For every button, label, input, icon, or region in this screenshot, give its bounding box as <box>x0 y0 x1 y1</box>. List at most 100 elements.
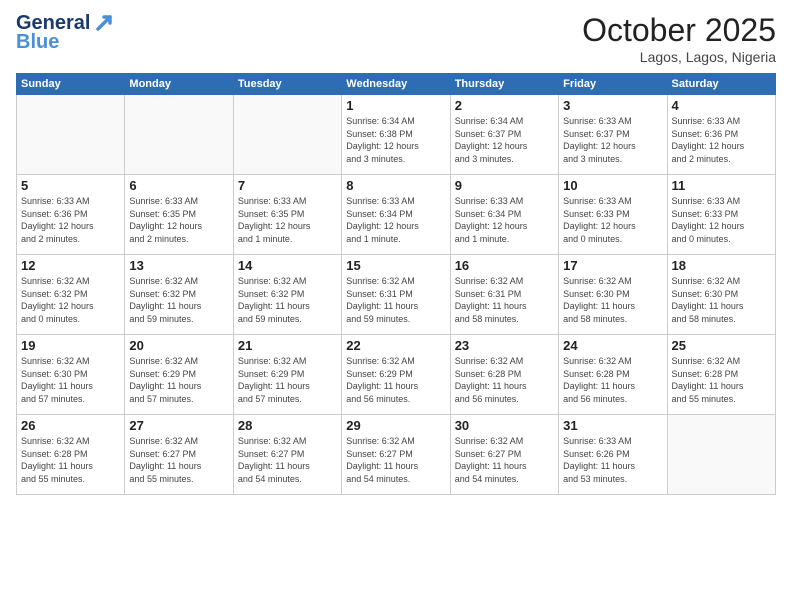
calendar-header-row: Sunday Monday Tuesday Wednesday Thursday… <box>17 74 776 95</box>
day-number: 26 <box>21 418 120 433</box>
day-number: 19 <box>21 338 120 353</box>
col-thursday: Thursday <box>450 74 558 95</box>
day-info: Sunrise: 6:32 AMSunset: 6:32 PMDaylight:… <box>238 275 337 325</box>
day-info: Sunrise: 6:32 AMSunset: 6:30 PMDaylight:… <box>672 275 771 325</box>
calendar-cell <box>667 415 775 495</box>
month-title: October 2025 <box>582 12 776 49</box>
day-number: 18 <box>672 258 771 273</box>
calendar-cell: 30 Sunrise: 6:32 AMSunset: 6:27 PMDayligh… <box>450 415 558 495</box>
calendar-cell: 28Sunrise: 6:32 AMSunset: 6:27 PMDayligh… <box>233 415 341 495</box>
day-number: 2 <box>455 98 554 113</box>
calendar-cell: 10Sunrise: 6:33 AMSunset: 6:33 PMDayligh… <box>559 175 667 255</box>
day-info: Sunrise: 6:33 AMSunset: 6:35 PMDaylight:… <box>129 195 228 245</box>
day-info: Sunrise: 6:32 AMSunset: 6:29 PMDaylight:… <box>129 355 228 405</box>
header: General Blue October 2025 Lagos, Lagos, … <box>16 12 776 65</box>
calendar-body: 1 Sunrise: 6:34 AMSunset: 6:38 PMDaylight… <box>17 95 776 495</box>
calendar-cell: 25 Sunrise: 6:32 AMSunset: 6:28 PMDayligh… <box>667 335 775 415</box>
day-info: Sunrise: 6:32 AMSunset: 6:29 PMDaylight:… <box>238 355 337 405</box>
calendar-cell: 9Sunrise: 6:33 AMSunset: 6:34 PMDaylight… <box>450 175 558 255</box>
calendar-cell <box>233 95 341 175</box>
calendar-week-3: 12 Sunrise: 6:32 AMSunset: 6:32 PMDayligh… <box>17 255 776 335</box>
location-subtitle: Lagos, Lagos, Nigeria <box>582 49 776 65</box>
day-number: 11 <box>672 178 771 193</box>
day-number: 3 <box>563 98 662 113</box>
calendar-cell: 2 Sunrise: 6:34 AMSunset: 6:37 PMDaylight… <box>450 95 558 175</box>
day-number: 10 <box>563 178 662 193</box>
day-info: Sunrise: 6:32 AMSunset: 6:27 PMDaylight:… <box>455 435 554 485</box>
calendar-cell: 27Sunrise: 6:32 AMSunset: 6:27 PMDayligh… <box>125 415 233 495</box>
title-block: October 2025 Lagos, Lagos, Nigeria <box>582 12 776 65</box>
calendar-cell: 13Sunrise: 6:32 AMSunset: 6:32 PMDayligh… <box>125 255 233 335</box>
day-number: 22 <box>346 338 445 353</box>
day-info: Sunrise: 6:33 AMSunset: 6:33 PMDaylight:… <box>672 195 771 245</box>
day-info: Sunrise: 6:33 AMSunset: 6:34 PMDaylight:… <box>346 195 445 245</box>
logo: General Blue <box>16 12 114 54</box>
calendar-cell: 1 Sunrise: 6:34 AMSunset: 6:38 PMDaylight… <box>342 95 450 175</box>
calendar-cell <box>125 95 233 175</box>
calendar-cell: 19 Sunrise: 6:32 AMSunset: 6:30 PMDayligh… <box>17 335 125 415</box>
day-info: Sunrise: 6:32 AMSunset: 6:27 PMDaylight:… <box>346 435 445 485</box>
calendar-cell: 15 Sunrise: 6:32 AMSunset: 6:31 PMDayligh… <box>342 255 450 335</box>
day-info: Sunrise: 6:32 AMSunset: 6:28 PMDaylight:… <box>672 355 771 405</box>
calendar-week-4: 19 Sunrise: 6:32 AMSunset: 6:30 PMDayligh… <box>17 335 776 415</box>
day-info: Sunrise: 6:32 AMSunset: 6:28 PMDaylight:… <box>455 355 554 405</box>
calendar-cell: 24Sunrise: 6:32 AMSunset: 6:28 PMDayligh… <box>559 335 667 415</box>
col-monday: Monday <box>125 74 233 95</box>
calendar-cell: 8 Sunrise: 6:33 AMSunset: 6:34 PMDaylight… <box>342 175 450 255</box>
col-tuesday: Tuesday <box>233 74 341 95</box>
logo-icon <box>92 11 114 33</box>
day-number: 1 <box>346 98 445 113</box>
day-info: Sunrise: 6:32 AMSunset: 6:29 PMDaylight:… <box>346 355 445 405</box>
day-number: 9 <box>455 178 554 193</box>
day-number: 24 <box>563 338 662 353</box>
calendar-cell: 16 Sunrise: 6:32 AMSunset: 6:31 PMDayligh… <box>450 255 558 335</box>
calendar-cell: 26Sunrise: 6:32 AMSunset: 6:28 PMDayligh… <box>17 415 125 495</box>
day-number: 17 <box>563 258 662 273</box>
calendar-cell: 4Sunrise: 6:33 AMSunset: 6:36 PMDaylight… <box>667 95 775 175</box>
day-number: 5 <box>21 178 120 193</box>
calendar-cell: 5 Sunrise: 6:33 AMSunset: 6:36 PMDaylight… <box>17 175 125 255</box>
day-info: Sunrise: 6:33 AMSunset: 6:36 PMDaylight:… <box>21 195 120 245</box>
day-number: 16 <box>455 258 554 273</box>
day-info: Sunrise: 6:34 AMSunset: 6:38 PMDaylight:… <box>346 115 445 165</box>
day-number: 4 <box>672 98 771 113</box>
day-number: 8 <box>346 178 445 193</box>
calendar-cell: 17 Sunrise: 6:32 AMSunset: 6:30 PMDayligh… <box>559 255 667 335</box>
calendar-week-5: 26Sunrise: 6:32 AMSunset: 6:28 PMDayligh… <box>17 415 776 495</box>
col-saturday: Saturday <box>667 74 775 95</box>
day-number: 13 <box>129 258 228 273</box>
calendar-cell: 21Sunrise: 6:32 AMSunset: 6:29 PMDayligh… <box>233 335 341 415</box>
col-sunday: Sunday <box>17 74 125 95</box>
calendar-cell: 14 Sunrise: 6:32 AMSunset: 6:32 PMDayligh… <box>233 255 341 335</box>
day-number: 7 <box>238 178 337 193</box>
day-number: 28 <box>238 418 337 433</box>
day-info: Sunrise: 6:32 AMSunset: 6:31 PMDaylight:… <box>346 275 445 325</box>
day-number: 15 <box>346 258 445 273</box>
calendar-cell: 3 Sunrise: 6:33 AMSunset: 6:37 PMDaylight… <box>559 95 667 175</box>
calendar-cell: 11 Sunrise: 6:33 AMSunset: 6:33 PMDayligh… <box>667 175 775 255</box>
day-info: Sunrise: 6:32 AMSunset: 6:30 PMDaylight:… <box>563 275 662 325</box>
calendar-cell: 18 Sunrise: 6:32 AMSunset: 6:30 PMDayligh… <box>667 255 775 335</box>
day-info: Sunrise: 6:32 AMSunset: 6:31 PMDaylight:… <box>455 275 554 325</box>
day-info: Sunrise: 6:33 AMSunset: 6:37 PMDaylight:… <box>563 115 662 165</box>
calendar-cell: 12Sunrise: 6:32 AMSunset: 6:32 PMDayligh… <box>17 255 125 335</box>
day-number: 12 <box>21 258 120 273</box>
calendar-week-2: 5 Sunrise: 6:33 AMSunset: 6:36 PMDaylight… <box>17 175 776 255</box>
calendar-cell <box>17 95 125 175</box>
calendar-cell: 20Sunrise: 6:32 AMSunset: 6:29 PMDayligh… <box>125 335 233 415</box>
calendar-cell: 6 Sunrise: 6:33 AMSunset: 6:35 PMDaylight… <box>125 175 233 255</box>
day-info: Sunrise: 6:33 AMSunset: 6:35 PMDaylight:… <box>238 195 337 245</box>
day-number: 6 <box>129 178 228 193</box>
day-info: Sunrise: 6:32 AMSunset: 6:30 PMDaylight:… <box>21 355 120 405</box>
calendar-cell: 23Sunrise: 6:32 AMSunset: 6:28 PMDayligh… <box>450 335 558 415</box>
calendar-table: Sunday Monday Tuesday Wednesday Thursday… <box>16 73 776 495</box>
calendar-cell: 31Sunrise: 6:33 AMSunset: 6:26 PMDayligh… <box>559 415 667 495</box>
day-number: 29 <box>346 418 445 433</box>
day-number: 30 <box>455 418 554 433</box>
day-number: 25 <box>672 338 771 353</box>
calendar-week-1: 1 Sunrise: 6:34 AMSunset: 6:38 PMDaylight… <box>17 95 776 175</box>
day-info: Sunrise: 6:34 AMSunset: 6:37 PMDaylight:… <box>455 115 554 165</box>
calendar-cell: 22 Sunrise: 6:32 AMSunset: 6:29 PMDayligh… <box>342 335 450 415</box>
day-info: Sunrise: 6:33 AMSunset: 6:26 PMDaylight:… <box>563 435 662 485</box>
day-number: 14 <box>238 258 337 273</box>
